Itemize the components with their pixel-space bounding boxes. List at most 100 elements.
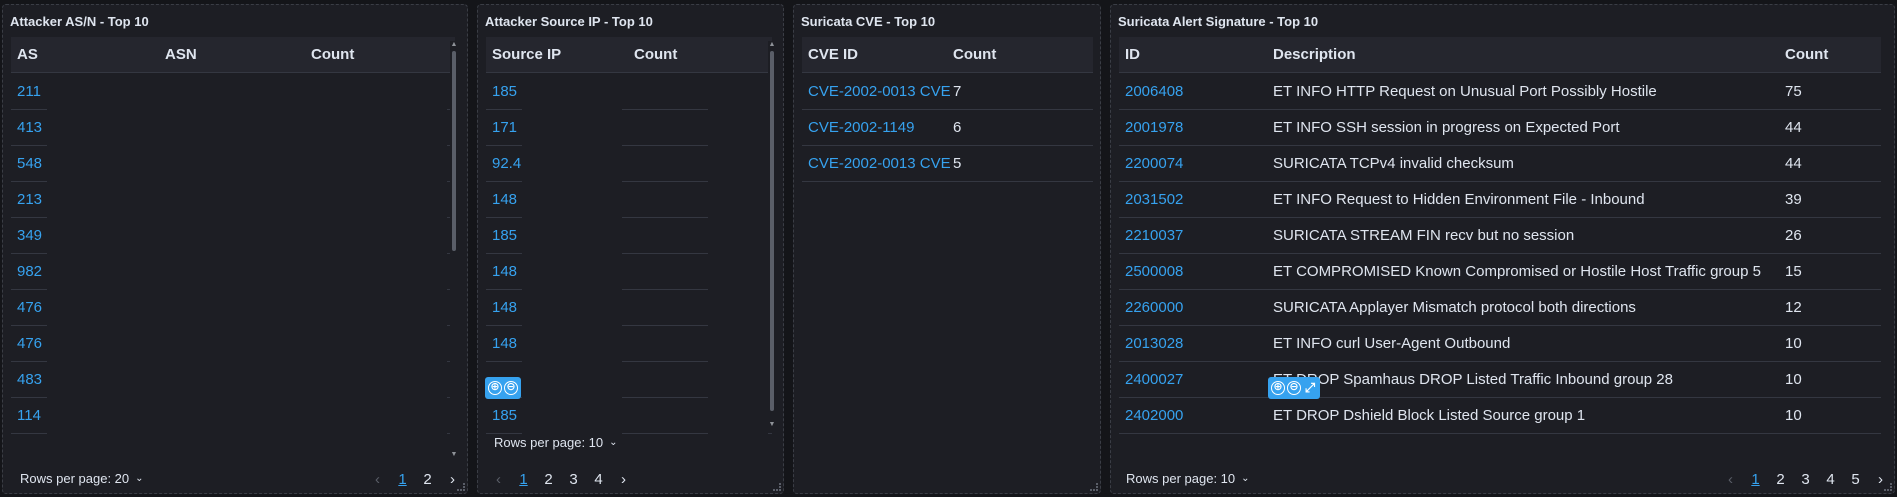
col-id[interactable]: ID [1125,37,1245,73]
page-4[interactable]: 4 [586,471,611,488]
page-2[interactable]: 2 [536,471,561,488]
resize-handle-icon[interactable] [773,483,781,491]
count-cell: 15 [1785,263,1802,280]
page-3[interactable]: 3 [1793,471,1818,488]
expand-icon[interactable]: ⤢ [1303,381,1317,395]
source-ip-cell[interactable]: 171 [492,110,522,146]
zoom-in-icon[interactable]: ⊕ [488,381,502,395]
count-cell: 26 [1785,227,1802,244]
table-row: 2402000 ET DROP Dshield Block Listed Sour… [1119,398,1881,434]
col-description[interactable]: Description [1273,37,1573,73]
scroll-down-icon[interactable]: ▼ [450,451,458,459]
count-cell: 6 [953,119,962,136]
col-as[interactable]: AS [17,37,137,73]
col-count[interactable]: Count [311,37,431,73]
source-ip-cell[interactable]: 185 [492,218,522,254]
page-1[interactable]: 1 [511,471,536,488]
srcip-scrollbar[interactable]: ▲ ▼ [768,41,776,431]
prev-page-icon[interactable]: ‹ [365,471,390,488]
page-1[interactable]: 1 [1743,471,1768,488]
source-ip-rest [522,290,622,326]
page-2[interactable]: 2 [415,471,440,488]
rows-per-page-button[interactable]: Rows per page: 10 ⌄ [1126,471,1250,486]
resize-handle-icon[interactable] [1884,483,1892,491]
prev-page-icon[interactable]: ‹ [1718,471,1743,488]
as-cell[interactable]: 213 [17,182,47,218]
page-4[interactable]: 4 [1818,471,1843,488]
cell-actions-toolbar[interactable]: ⊕ ⊖ ⤢ [1268,377,1320,399]
as-cell[interactable]: 476 [17,290,47,326]
rows-per-page-button[interactable]: Rows per page: 20 ⌄ [20,471,144,486]
source-ip-cell[interactable]: 148 [492,254,522,290]
source-ip-cell[interactable]: 148 [492,326,522,362]
col-source-ip[interactable]: Source IP [492,37,612,73]
as-cell[interactable]: 413 [17,110,47,146]
count-cell [708,182,768,218]
resize-handle-icon[interactable] [1090,483,1098,491]
col-count[interactable]: Count [1785,37,1865,73]
col-cve-id[interactable]: CVE ID [808,37,928,73]
signature-id-cell[interactable]: 2006408 [1125,74,1265,110]
signature-id-cell[interactable]: 2200074 [1125,146,1265,182]
as-cell[interactable]: 476 [17,326,47,362]
col-asn[interactable]: ASN [165,37,285,73]
count-cell [708,254,768,290]
count-cell [297,218,447,254]
asn-cell [47,254,297,290]
table-header: CVE ID Count [802,37,1093,73]
signature-id-cell[interactable]: 2260000 [1125,290,1265,326]
signature-id-cell[interactable]: 2402000 [1125,398,1265,434]
panel-suricata-alert-signature: Suricata Alert Signature - Top 10 ID Des… [1110,4,1895,494]
cve-id-cell[interactable]: CVE-2002-0013 CVE [808,74,952,110]
signature-id-cell[interactable]: 2210037 [1125,218,1265,254]
source-ip-rest [522,146,622,182]
signature-id-cell[interactable]: 2013028 [1125,326,1265,362]
zoom-out-icon[interactable]: ⊖ [504,381,518,395]
table-row [486,362,772,398]
panel-title: Suricata Alert Signature - Top 10 [1118,14,1319,29]
scroll-down-icon[interactable]: ▼ [768,421,776,429]
scroll-thumb[interactable] [452,51,456,251]
panel-title: Suricata CVE - Top 10 [801,14,936,29]
resize-handle-icon[interactable] [457,483,465,491]
as-cell[interactable]: 211 [17,74,47,110]
cve-id-cell[interactable]: CVE-2002-0013 CVE [808,146,952,182]
rows-per-page-button[interactable]: Rows per page: 10 ⌄ [494,435,618,450]
col-count[interactable]: Count [953,37,1053,73]
source-ip-cell[interactable]: 185 [492,398,522,434]
source-ip-cell[interactable]: 148 [492,182,522,218]
as-cell[interactable]: 114 [17,398,47,434]
asn-scrollbar[interactable]: ▲ ▼ [450,41,458,461]
signature-id-cell[interactable]: 2001978 [1125,110,1265,146]
prev-page-icon[interactable]: ‹ [486,471,511,488]
next-page-icon[interactable]: › [611,471,636,488]
cve-id-cell[interactable]: CVE-2002-1149 [808,110,952,146]
table-row: 476 [11,326,455,362]
zoom-in-icon[interactable]: ⊕ [1271,381,1285,395]
as-cell[interactable]: 349 [17,218,47,254]
as-cell[interactable]: 982 [17,254,47,290]
zoom-out-icon[interactable]: ⊖ [1287,381,1301,395]
signature-id-cell[interactable]: 2031502 [1125,182,1265,218]
source-ip-cell[interactable]: 185 [492,74,522,110]
signature-id-cell[interactable]: 2400027 [1125,362,1265,398]
page-5[interactable]: 5 [1843,471,1868,488]
scroll-up-icon[interactable]: ▲ [768,41,776,49]
page-3[interactable]: 3 [561,471,586,488]
scroll-up-icon[interactable]: ▲ [450,41,458,49]
count-cell: 39 [1785,191,1802,208]
source-ip-cell[interactable]: 92.4 [492,146,522,182]
page-2[interactable]: 2 [1768,471,1793,488]
cell-actions-toolbar[interactable]: ⊕ ⊖ [485,377,521,399]
table-row: CVE-2002-0013 CVE 7 [802,74,1093,110]
description-cell: SURICATA TCPv4 invalid checksum [1273,155,1514,172]
table-row: 185 [486,398,772,434]
signature-id-cell[interactable]: 2500008 [1125,254,1265,290]
scroll-thumb[interactable] [770,51,774,411]
source-ip-cell[interactable]: 148 [492,290,522,326]
col-count[interactable]: Count [634,37,734,73]
as-cell[interactable]: 483 [17,362,47,398]
as-cell[interactable]: 548 [17,146,47,182]
description-cell: ET INFO HTTP Request on Unusual Port Pos… [1273,83,1657,100]
page-1[interactable]: 1 [390,471,415,488]
